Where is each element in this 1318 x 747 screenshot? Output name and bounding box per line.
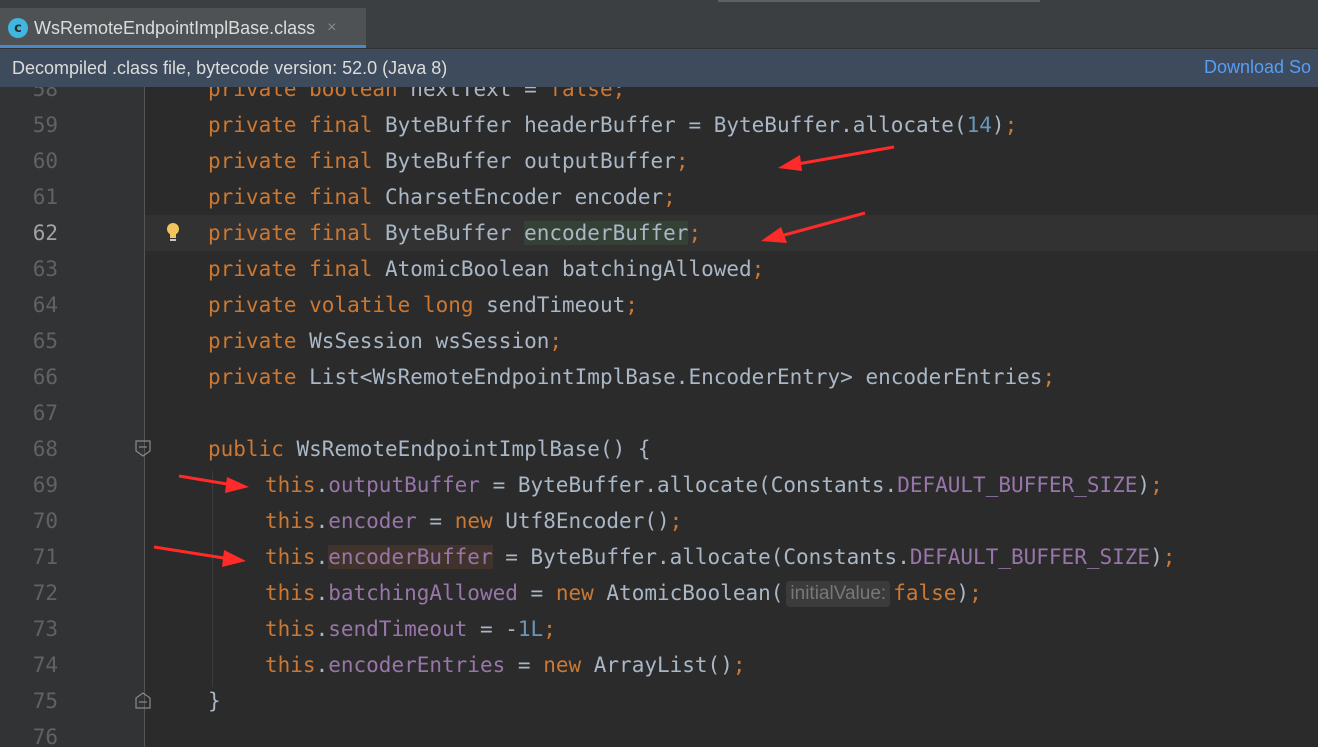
code-editor[interactable]: 58 private boolean nextText = false; 59 … (0, 87, 1318, 747)
code-line[interactable]: 67 (0, 395, 1318, 431)
parameter-hint: initialValue: (786, 581, 891, 607)
code-line[interactable]: 68 public WsRemoteEndpointImplBase() { (0, 431, 1318, 467)
lightbulb-intention-icon[interactable] (163, 215, 183, 251)
annotation-arrow-output-buffer (778, 145, 895, 171)
line-number: 67 (32, 401, 58, 425)
code-text: public WsRemoteEndpointImplBase() { (208, 437, 651, 461)
line-number: 58 (32, 87, 58, 101)
code-text: private final ByteBuffer encoderBuffer; (208, 221, 702, 245)
fold-collapse-icon[interactable] (134, 440, 152, 458)
line-number: 64 (32, 293, 58, 317)
editor-tab-bar: c WsRemoteEndpointImplBase.class × (0, 0, 1318, 49)
annotation-arrow-encoder-buffer-init (153, 545, 246, 567)
line-number: 59 (32, 113, 58, 137)
code-text: this.encoderEntries = new ArrayList(); (265, 653, 746, 677)
line-number: 69 (32, 473, 58, 497)
code-line[interactable]: 58 private boolean nextText = false; (0, 87, 1318, 107)
code-text: private List<WsRemoteEndpointImplBase.En… (208, 365, 1056, 389)
line-number: 71 (32, 545, 58, 569)
annotation-arrow-encoder-buffer-field (761, 211, 866, 243)
line-number: 72 (32, 581, 58, 605)
code-text: this.sendTimeout = -1L; (265, 617, 556, 641)
code-line[interactable]: 59 private final ByteBuffer headerBuffer… (0, 107, 1318, 143)
code-text: private boolean nextText = false; (208, 87, 626, 101)
code-text: private final ByteBuffer outputBuffer; (208, 149, 689, 173)
line-number: 73 (32, 617, 58, 641)
download-sources-link[interactable]: Download So (1204, 57, 1311, 78)
line-number: 63 (32, 257, 58, 281)
code-line[interactable]: 61 private final CharsetEncoder encoder; (0, 179, 1318, 215)
active-tab-indicator (0, 45, 366, 48)
code-line[interactable]: 75 } (0, 683, 1318, 719)
line-number: 65 (32, 329, 58, 353)
line-number: 68 (32, 437, 58, 461)
decompiled-notice-banner: Decompiled .class file, bytecode version… (0, 49, 1318, 87)
code-line[interactable]: 65 private WsSession wsSession; (0, 323, 1318, 359)
line-number: 76 (32, 725, 58, 747)
line-number: 66 (32, 365, 58, 389)
code-text: this.outputBuffer = ByteBuffer.allocate(… (265, 473, 1163, 497)
code-line-current[interactable]: 62 private final ByteBuffer encoderBuffe… (0, 215, 1318, 251)
code-line[interactable]: 74 this.encoderEntries = new ArrayList()… (0, 647, 1318, 683)
tab-wsremoteendpointimplbase-class[interactable]: c WsRemoteEndpointImplBase.class × (0, 8, 366, 48)
code-line[interactable]: 76 (0, 719, 1318, 747)
code-line[interactable]: 64 private volatile long sendTimeout; (0, 287, 1318, 323)
code-line[interactable]: 66 private List<WsRemoteEndpointImplBase… (0, 359, 1318, 395)
tab-scroll-indicator[interactable] (718, 0, 1040, 2)
code-line[interactable]: 63 private final AtomicBoolean batchingA… (0, 251, 1318, 287)
line-number: 61 (32, 185, 58, 209)
banner-message: Decompiled .class file, bytecode version… (12, 57, 448, 78)
line-number: 74 (32, 653, 58, 677)
code-text: } (208, 689, 221, 713)
code-line[interactable]: 70 this.encoder = new Utf8Encoder(); (0, 503, 1318, 539)
code-text: this.batchingAllowed = new AtomicBoolean… (265, 581, 982, 607)
close-icon[interactable]: × (327, 19, 336, 37)
code-text: private final ByteBuffer headerBuffer = … (208, 113, 1018, 137)
line-number: 70 (32, 509, 58, 533)
code-text: private volatile long sendTimeout; (208, 293, 638, 317)
code-text: private final CharsetEncoder encoder; (208, 185, 676, 209)
code-text: private final AtomicBoolean batchingAllo… (208, 257, 765, 281)
tab-title: WsRemoteEndpointImplBase.class (34, 17, 316, 38)
line-number: 62 (32, 221, 58, 245)
code-text: this.encoderBuffer = ByteBuffer.allocate… (265, 545, 1176, 569)
code-text: private WsSession wsSession; (208, 329, 563, 353)
fold-end-icon[interactable] (134, 691, 152, 709)
line-number: 75 (32, 689, 58, 713)
code-text: this.encoder = new Utf8Encoder(); (265, 509, 683, 533)
java-class-file-icon: c (8, 18, 28, 38)
code-line[interactable]: 60 private final ByteBuffer outputBuffer… (0, 143, 1318, 179)
annotation-arrow-output-buffer-init (178, 474, 249, 493)
code-line[interactable]: 73 this.sendTimeout = -1L; (0, 611, 1318, 647)
line-number: 60 (32, 149, 58, 173)
code-line[interactable]: 72 this.batchingAllowed = new AtomicBool… (0, 575, 1318, 611)
